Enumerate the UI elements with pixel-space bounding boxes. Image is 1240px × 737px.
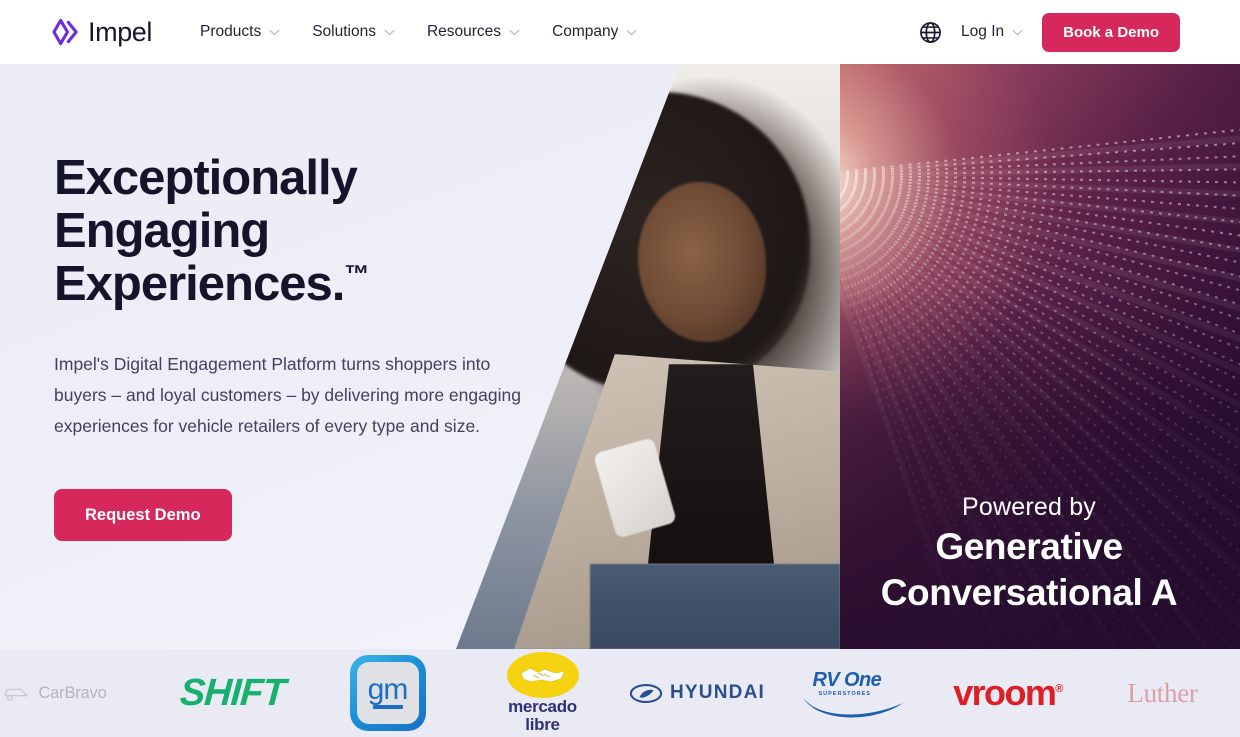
- chevron-down-icon: [384, 29, 395, 35]
- landing-page: Impel Products Solutions Resources Compa…: [0, 0, 1240, 737]
- nav-item-resources-label: Resources: [426, 23, 502, 40]
- photo-jeans: [590, 564, 840, 649]
- logo-item-gm[interactable]: gm: [310, 649, 465, 737]
- hero-copy-block: Exceptionally Engaging Experiences.™ Imp…: [54, 152, 554, 542]
- powered-by-overlay: Powered by Generative Conversational A: [814, 494, 1240, 615]
- logo-item-luther[interactable]: Luther: [1085, 649, 1240, 737]
- logo-item-shift[interactable]: SHIFT: [155, 649, 310, 737]
- logo-item-carbravo[interactable]: CarBravo: [0, 649, 155, 737]
- chevron-down-icon: [509, 29, 520, 35]
- logo-item-vroom[interactable]: vroom®: [930, 649, 1085, 737]
- mercado-libre-label-1: mercado: [508, 697, 577, 717]
- globe-icon[interactable]: [919, 21, 942, 44]
- overlay-line-2: Conversational A: [880, 572, 1178, 614]
- primary-nav-links: Products Solutions Resources Company: [200, 23, 637, 41]
- book-a-demo-button[interactable]: Book a Demo: [1042, 12, 1180, 52]
- chevron-down-icon: [269, 29, 280, 35]
- headline-line-2: Engaging: [54, 203, 270, 258]
- customer-logo-strip: CarBravo SHIFT gm mercado libre HYUNDAI …: [0, 649, 1240, 737]
- nav-item-company[interactable]: Company: [552, 23, 637, 41]
- logo-item-hyundai[interactable]: HYUNDAI: [620, 649, 775, 737]
- gm-logo-tile: gm: [349, 655, 426, 731]
- mercado-libre-oval: [506, 652, 579, 699]
- shift-label: SHIFT: [178, 671, 287, 714]
- car-outline-icon: [4, 688, 29, 701]
- headline-line-3: Experiences.: [54, 256, 345, 311]
- mercado-libre-label-2: libre: [525, 715, 560, 734]
- impel-logo[interactable]: Impel: [52, 17, 152, 48]
- carbravo-label: CarBravo: [38, 683, 107, 702]
- page-title: Exceptionally Engaging Experiences.™: [54, 152, 554, 311]
- powered-by-label: Powered by: [961, 493, 1097, 522]
- nav-item-solutions-label: Solutions: [312, 23, 376, 40]
- impel-diamond-chevron-logo-icon: [52, 18, 78, 46]
- gm-underline: [372, 705, 403, 710]
- hero-section: Powered by Generative Conversational A E…: [0, 64, 1240, 649]
- login-menu[interactable]: Log In: [961, 23, 1023, 41]
- handshake-icon: [520, 667, 566, 683]
- vroom-trademark: ®: [1055, 683, 1063, 695]
- hyundai-label: HYUNDAI: [670, 682, 765, 703]
- nav-item-company-label: Company: [552, 23, 619, 40]
- luther-label: Luther: [1127, 677, 1198, 708]
- nav-item-solutions[interactable]: Solutions: [312, 23, 395, 41]
- logo-item-mercado-libre[interactable]: mercado libre: [465, 649, 620, 737]
- nav-item-resources[interactable]: Resources: [427, 23, 520, 41]
- request-demo-button[interactable]: Request Demo: [54, 489, 232, 542]
- headline-line-1: Exceptionally: [54, 151, 358, 205]
- rv-one-swoosh: [802, 697, 903, 718]
- hero-subcopy: Impel's Digital Engagement Platform turn…: [54, 353, 521, 436]
- overlay-line-1: Generative: [935, 525, 1123, 567]
- hero-visual-block: Powered by Generative Conversational A: [456, 64, 1240, 649]
- chevron-down-icon: [1012, 29, 1023, 35]
- rv-one-label: RV One: [812, 669, 882, 691]
- trademark-symbol: ™: [344, 260, 370, 289]
- nav-item-products[interactable]: Products: [200, 23, 280, 41]
- nav-utility-group: Log In Book a Demo: [919, 12, 1180, 52]
- vroom-label: vroom: [953, 672, 1057, 713]
- impel-logo-text: Impel: [88, 16, 153, 47]
- chevron-down-icon: [626, 29, 637, 35]
- vroom-label-wrap: vroom®: [953, 672, 1063, 714]
- nav-item-products-label: Products: [200, 23, 262, 40]
- logo-item-rv-one[interactable]: RV One SUPERSTORES: [775, 649, 930, 737]
- top-navigation-bar: Impel Products Solutions Resources Compa…: [0, 0, 1240, 64]
- gm-label: gm: [367, 672, 409, 706]
- hyundai-oval-icon: [630, 683, 663, 703]
- login-label: Log In: [961, 23, 1005, 40]
